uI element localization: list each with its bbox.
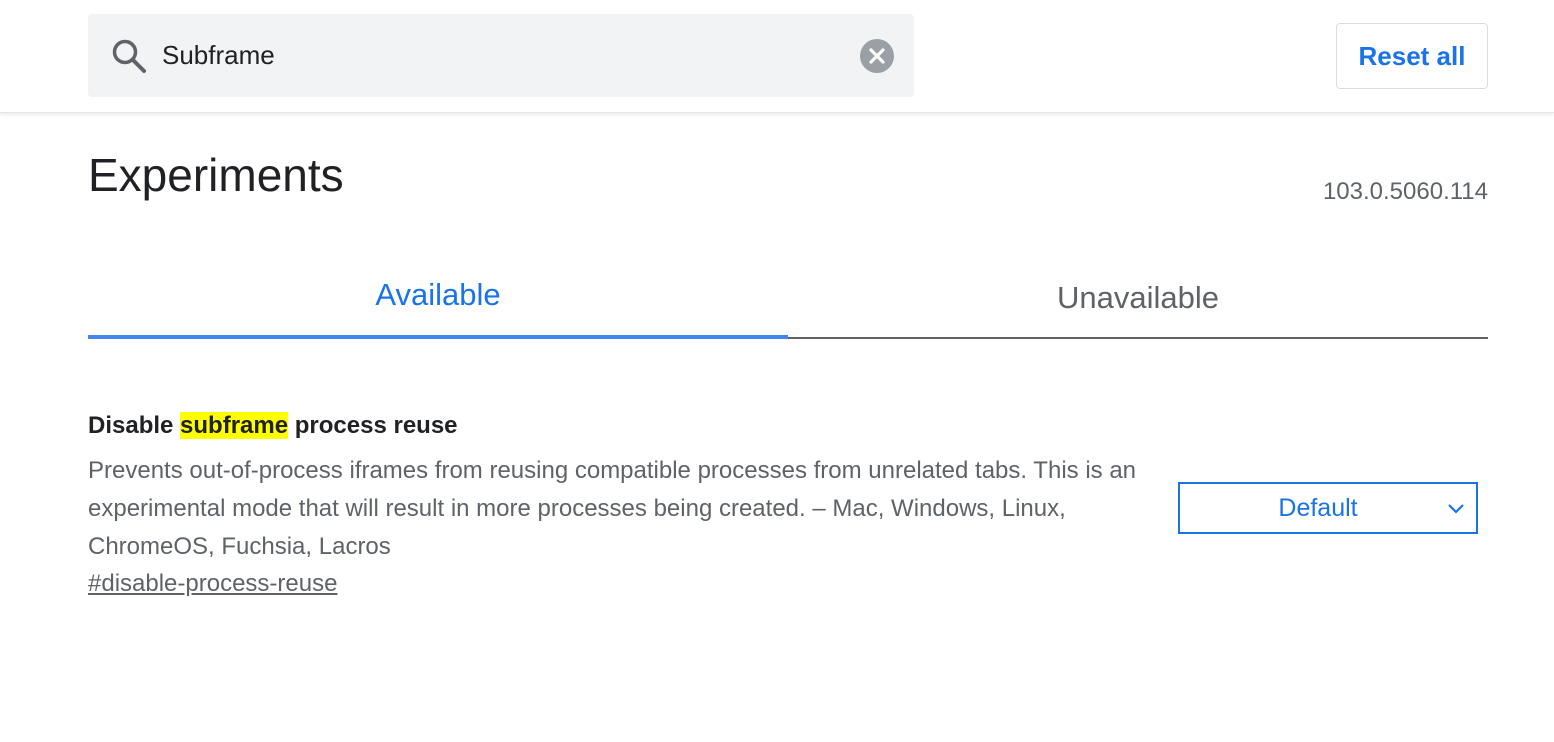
- version-label: 103.0.5060.114: [1322, 178, 1488, 205]
- experiment-title: Disable subframe process reuse: [88, 408, 1488, 444]
- tab-unavailable[interactable]: Unavailable: [788, 255, 1488, 339]
- reset-all-button[interactable]: Reset all: [1336, 23, 1488, 89]
- search-box[interactable]: [88, 14, 914, 97]
- chevron-down-icon: [1448, 504, 1464, 514]
- experiment-description: Prevents out-of-process iframes from reu…: [88, 457, 1137, 560]
- search-input[interactable]: [162, 34, 842, 76]
- tab-available[interactable]: Available: [88, 255, 788, 339]
- tab-strip: Available Unavailable: [88, 255, 1488, 339]
- header-bar: Reset all: [0, 0, 1554, 113]
- experiment-title-prefix: Disable: [88, 412, 181, 439]
- search-match-highlight: subframe: [180, 412, 289, 439]
- select-value: Default: [1278, 493, 1358, 522]
- clear-icon[interactable]: [860, 39, 894, 73]
- page-title: Experiments: [88, 149, 344, 201]
- experiment-title-suffix: process reuse: [288, 412, 458, 439]
- experiment-permalink[interactable]: #disable-process-reuse: [88, 570, 337, 598]
- experiment-state-select[interactable]: Default: [1178, 482, 1478, 534]
- search-icon: [112, 39, 146, 73]
